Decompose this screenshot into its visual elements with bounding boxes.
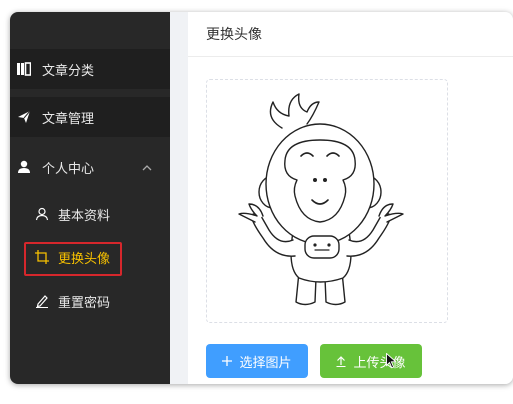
select-image-label: 选择图片	[239, 354, 292, 370]
main-area: 更换头像 选择图片 上传头像	[170, 12, 513, 384]
user-icon	[16, 159, 32, 175]
mouse-pointer-icon	[386, 352, 397, 373]
sidebar-item-change-avatar[interactable]: 更换头像	[10, 237, 170, 277]
sidebar-item-label: 文章管理	[42, 111, 95, 127]
sidebar-item-label: 更换头像	[58, 251, 111, 267]
avatar-preview	[206, 79, 448, 323]
sidebar-item-reset-password[interactable]: 重置密码	[10, 281, 170, 321]
upload-avatar-label: 上传头像	[353, 354, 406, 370]
upload-icon	[336, 355, 346, 367]
upload-avatar-button[interactable]: 上传头像	[320, 344, 422, 378]
sidebar-item-profile-center[interactable]: 个人中心	[10, 147, 170, 187]
send-icon	[16, 109, 32, 125]
user-outline-icon	[34, 206, 50, 222]
sidebar-item-label: 基本资料	[58, 208, 111, 224]
sidebar-item-label: 文章分类	[42, 63, 95, 79]
chevron-up-icon[interactable]	[142, 161, 152, 176]
sidebar: 文章分类 文章管理 个人中心 基本资料 更换头像 重置密码	[10, 12, 170, 384]
app-window: 文章分类 文章管理 个人中心 基本资料 更换头像 重置密码 更换头像 选择图片 …	[10, 12, 513, 384]
edit-icon	[34, 293, 50, 309]
avatar-card: 更换头像 选择图片 上传头像	[188, 12, 513, 384]
book-icon	[16, 61, 32, 77]
plus-icon	[222, 356, 233, 366]
page-title: 更换头像	[188, 12, 513, 57]
avatar-image	[238, 93, 404, 306]
sidebar-item-categories[interactable]: 文章分类	[10, 49, 170, 89]
sidebar-item-basic-info[interactable]: 基本资料	[10, 194, 170, 234]
sidebar-item-label: 重置密码	[58, 295, 111, 311]
sidebar-item-label: 个人中心	[42, 161, 95, 177]
sidebar-item-articles[interactable]: 文章管理	[10, 97, 170, 137]
select-image-button[interactable]: 选择图片	[206, 344, 308, 378]
crop-icon	[34, 249, 50, 265]
